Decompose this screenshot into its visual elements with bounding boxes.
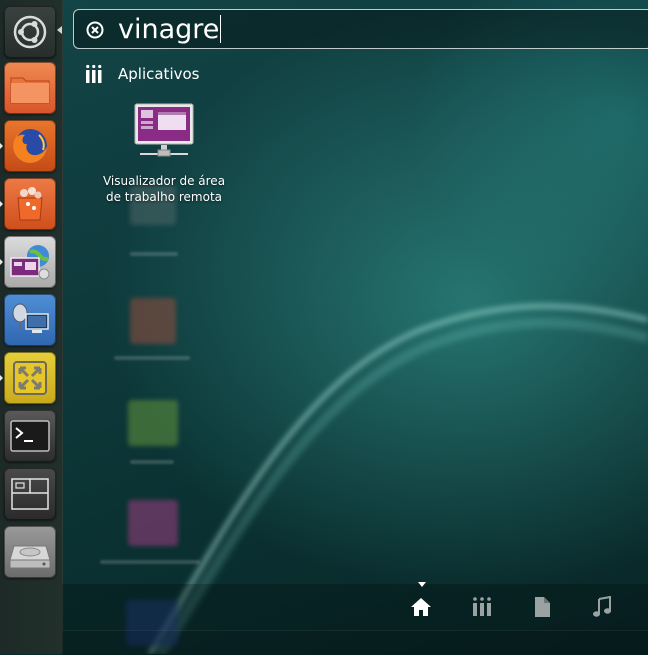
applications-lens-icon[interactable]	[471, 596, 493, 618]
ubuntu-logo-icon	[13, 15, 47, 49]
category-header[interactable]: Aplicativos	[84, 64, 199, 84]
text-cursor	[220, 15, 222, 43]
ghost-label	[114, 356, 190, 360]
launcher-item-disk[interactable]	[4, 526, 56, 578]
launcher-item-vmware[interactable]	[4, 352, 56, 404]
result-label-line2: de trabalho remota	[105, 190, 222, 204]
ghost-icon	[128, 500, 178, 546]
search-query[interactable]: vinagre	[118, 13, 222, 47]
active-lens-indicator	[418, 582, 426, 587]
home-icon[interactable]	[410, 596, 432, 618]
ghost-label	[100, 560, 200, 564]
clear-search-icon[interactable]	[86, 21, 104, 39]
bottom-strip	[62, 630, 648, 655]
ghost-icon	[130, 298, 176, 344]
launcher-item-workspace-switcher[interactable]	[4, 468, 56, 520]
network-computer-icon	[12, 303, 49, 333]
launcher-item-software-center[interactable]	[4, 178, 56, 230]
workspaces-icon	[11, 478, 49, 510]
terminal-icon	[10, 420, 50, 452]
running-indicator	[0, 143, 3, 149]
lens-bar	[62, 584, 648, 630]
shopping-bag-icon	[17, 187, 43, 221]
running-indicator	[0, 375, 3, 381]
hard-drive-icon	[9, 545, 51, 569]
file-icon[interactable]	[531, 596, 553, 618]
launcher	[0, 0, 63, 654]
ghost-label	[130, 252, 178, 256]
launcher-item-files[interactable]	[4, 62, 56, 114]
category-label: Aplicativos	[118, 65, 200, 83]
launcher-item-remote-desktop-viewer[interactable]	[4, 236, 56, 288]
launcher-item-dash-home[interactable]	[4, 6, 56, 58]
ghost-label	[130, 460, 174, 464]
result-label-line1: Visualizador de área	[102, 174, 226, 188]
launcher-item-terminal[interactable]	[4, 410, 56, 462]
remote-desktop-icon	[10, 245, 50, 280]
music-note-icon[interactable]	[591, 596, 613, 618]
firefox-icon	[13, 129, 47, 163]
vmware-icon	[13, 361, 47, 395]
search-input[interactable]: vinagre	[73, 9, 648, 49]
launcher-active-arrow	[57, 26, 62, 34]
wallpaper-curve	[147, 303, 648, 654]
ghost-icon	[128, 400, 178, 446]
launcher-item-firefox[interactable]	[4, 120, 56, 172]
running-indicator	[0, 201, 3, 207]
remote-desktop-viewer-icon	[134, 103, 194, 157]
result-label: Visualizador de área de trabalho remota	[96, 173, 232, 205]
launcher-item-remote-desktop-client[interactable]	[4, 294, 56, 346]
applications-lens-icon	[86, 64, 102, 83]
result-item[interactable]: Visualizador de área de trabalho remota	[96, 100, 232, 205]
folder-icon	[10, 77, 50, 104]
running-indicator	[0, 259, 3, 265]
